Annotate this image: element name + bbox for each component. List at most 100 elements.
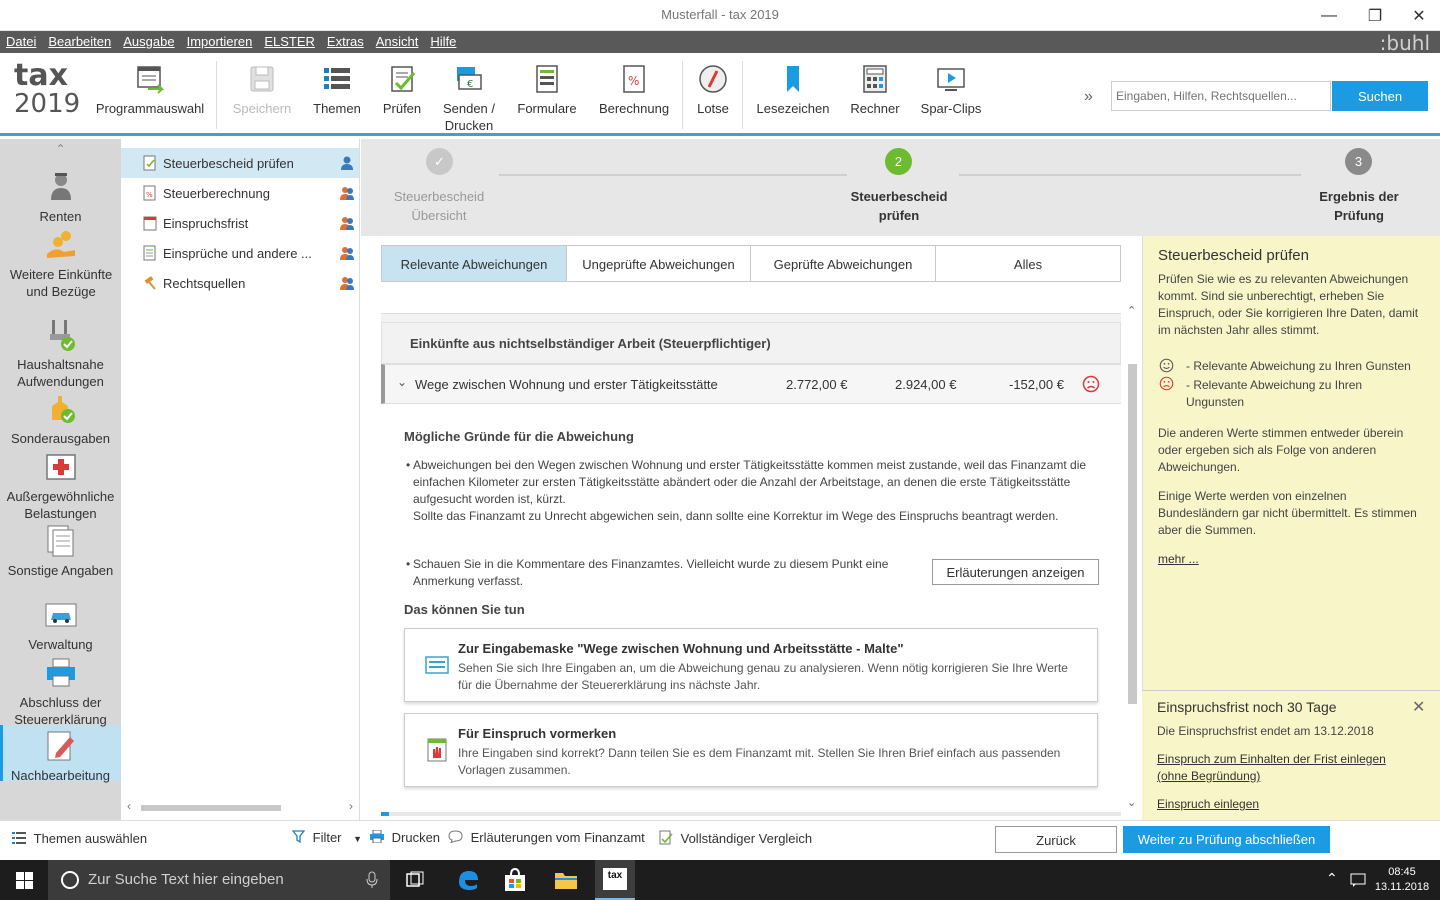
- menu-elster[interactable]: ELSTER: [258, 31, 321, 49]
- step-1-line2: Übersicht: [411, 208, 467, 223]
- menu-hilfe[interactable]: Hilfe: [424, 31, 462, 49]
- subnav-item-steuerberechnung[interactable]: % Steuerberechnung: [121, 178, 359, 208]
- nav-item-renten[interactable]: Renten: [0, 170, 121, 225]
- calendar-icon: [143, 216, 157, 231]
- maximize-button[interactable]: ❐: [1352, 0, 1398, 31]
- store-icon[interactable]: [504, 868, 526, 892]
- step-2-circle: 2: [885, 148, 912, 175]
- themen-auswaehlen-label: Themen auswählen: [33, 831, 148, 846]
- lotse-button[interactable]: Lotse: [690, 53, 736, 133]
- nav-label: Nachbearbeitung: [10, 768, 111, 783]
- nav-label: Weitere Einkünfte und Bezüge: [9, 267, 113, 299]
- erlaeuterungen-button[interactable]: Erläuterungen vom Finanzamt: [448, 830, 645, 845]
- subnav-item-steuerbescheid-pruefen[interactable]: Steuerbescheid prüfen: [121, 148, 359, 178]
- windows-start-icon[interactable]: [16, 872, 33, 889]
- send-print-icon: €: [457, 67, 482, 90]
- task-view-icon[interactable]: [404, 871, 424, 889]
- close-icon[interactable]: ✕: [1412, 697, 1425, 717]
- menu-datei[interactable]: Datei: [0, 31, 42, 49]
- scroll-down-icon[interactable]: ⌄: [1127, 796, 1136, 809]
- file-explorer-icon[interactable]: [554, 869, 578, 891]
- chevron-down-icon[interactable]: ⌄: [397, 375, 407, 389]
- subnav-item-einspruchsfrist[interactable]: Einspruchsfrist: [121, 208, 359, 238]
- subnav-hscrollbar[interactable]: ‹ ›: [125, 799, 357, 815]
- nav-label: Sonderausgaben: [10, 431, 111, 446]
- minimize-button[interactable]: —: [1306, 0, 1352, 31]
- nav-item-haushaltsnahe[interactable]: Haushaltsnahe Aufwendungen: [0, 318, 121, 390]
- subnav-item-rechtsquellen[interactable]: Rechtsquellen: [121, 268, 359, 298]
- tab-gepruefte-abweichungen[interactable]: Geprüfte Abweichungen: [751, 246, 936, 281]
- scroll-thumb[interactable]: [141, 805, 281, 811]
- clock-date: 13.11.2018: [1374, 881, 1430, 893]
- tab-relevante-abweichungen[interactable]: Relevante Abweichungen: [382, 246, 567, 281]
- help-more-link[interactable]: mehr ...: [1158, 551, 1199, 568]
- happy-face-icon: [1159, 358, 1174, 373]
- action-card-title: Für Einspruch vormerken: [458, 726, 617, 741]
- deadline-objection-link[interactable]: Einspruch zum Einhalten der Frist einleg…: [1157, 751, 1417, 785]
- church-check-icon: [51, 396, 75, 423]
- drucken-button[interactable]: Drucken: [370, 829, 440, 845]
- nav-item-aussergewoehnliche[interactable]: Außergewöhnliche Belastungen: [0, 450, 121, 522]
- continue-button[interactable]: Weiter zu Prüfung abschließen: [1123, 826, 1330, 853]
- tray-chevron-icon[interactable]: ⌃: [1326, 870, 1338, 887]
- scroll-right-icon[interactable]: ›: [349, 799, 353, 813]
- speichern-button[interactable]: Speichern: [226, 53, 298, 133]
- document-check-icon: [143, 155, 156, 171]
- menu-bearbeiten[interactable]: Bearbeiten: [42, 31, 117, 49]
- objection-link[interactable]: Einspruch einlegen: [1157, 796, 1259, 813]
- content-scrollbar[interactable]: ⌃ ⌄: [1124, 302, 1141, 814]
- menu-importieren[interactable]: Importieren: [181, 31, 259, 49]
- svg-text:%: %: [628, 74, 639, 88]
- notification-icon[interactable]: [1350, 873, 1366, 887]
- action-card-eingabemaske[interactable]: Zur Eingabemaske "Wege zwischen Wohnung …: [404, 628, 1098, 702]
- rechner-label: Rechner: [850, 101, 900, 116]
- nav-scroll-up[interactable]: ⌃: [0, 139, 121, 161]
- pruefen-button[interactable]: Prüfen: [376, 53, 428, 133]
- nav-item-nachbearbeitung[interactable]: Nachbearbeitung: [0, 729, 121, 784]
- taskbar-tax-app[interactable]: tax: [595, 860, 635, 900]
- scroll-thumb[interactable]: [1128, 364, 1137, 704]
- tab-ungepruefte-abweichungen[interactable]: Ungeprüfte Abweichungen: [567, 246, 751, 281]
- lesezeichen-button[interactable]: Lesezeichen: [752, 53, 834, 133]
- close-button[interactable]: ✕: [1396, 0, 1440, 31]
- search-button[interactable]: Suchen: [1332, 81, 1428, 111]
- menu-ansicht[interactable]: Ansicht: [370, 31, 425, 49]
- rechner-button[interactable]: Rechner: [844, 53, 906, 133]
- nav-item-sonderausgaben[interactable]: Sonderausgaben: [0, 392, 121, 447]
- step-1-label[interactable]: Steuerbescheid Übersicht: [369, 187, 509, 225]
- menu-extras[interactable]: Extras: [321, 31, 370, 49]
- step-3-label: Ergebnis der Prüfung: [1289, 187, 1429, 225]
- action-card-einspruch[interactable]: Für Einspruch vormerken Ihre Eingaben si…: [404, 713, 1098, 787]
- nav-label: Renten: [39, 209, 82, 224]
- taskbar-search[interactable]: Zur Suche Text hier eingeben: [48, 860, 390, 900]
- deviation-row[interactable]: ⌄ Wege zwischen Wohnung und erster Tätig…: [381, 364, 1121, 404]
- dropdown-arrow-icon: ▼: [353, 834, 363, 844]
- themen-button[interactable]: Themen: [306, 53, 368, 133]
- nav-item-verwaltung[interactable]: Verwaltung: [0, 598, 121, 653]
- nav-item-abschluss[interactable]: Abschluss der Steuererklärung: [0, 656, 121, 728]
- spar-clips-button[interactable]: Spar-Clips: [914, 53, 988, 133]
- nav-item-sonstige[interactable]: Sonstige Angaben: [0, 524, 121, 579]
- microphone-icon[interactable]: [366, 871, 378, 889]
- filter-button[interactable]: Filter ▼: [291, 830, 363, 845]
- programmauswahl-button[interactable]: Programmauswahl: [92, 53, 208, 133]
- edge-browser-icon[interactable]: [456, 868, 480, 892]
- menu-ausgabe[interactable]: Ausgabe: [117, 31, 180, 49]
- clock[interactable]: 08:45 13.11.2018: [1372, 865, 1432, 895]
- scroll-left-icon[interactable]: ‹: [127, 799, 131, 813]
- search-input[interactable]: [1111, 81, 1331, 111]
- vollstaendiger-vergleich-button[interactable]: Vollständiger Vergleich: [659, 830, 812, 846]
- show-explanations-button[interactable]: Erläuterungen anzeigen: [932, 559, 1099, 585]
- back-button[interactable]: Zurück: [995, 826, 1117, 853]
- formulare-button[interactable]: Formulare: [510, 53, 584, 133]
- tab-alles[interactable]: Alles: [936, 246, 1120, 281]
- themen-auswaehlen-button[interactable]: Themen auswählen: [12, 831, 147, 846]
- subnav-item-einsprueche[interactable]: Einsprüche und andere ...: [121, 238, 359, 268]
- toolbar-more-button[interactable]: »: [1084, 88, 1093, 106]
- scroll-up-icon[interactable]: ⌃: [1127, 304, 1136, 317]
- spar-clips-label: Spar-Clips: [920, 101, 982, 116]
- senden-drucken-button[interactable]: € Senden / Drucken: [436, 53, 502, 133]
- subnav-label: Einspruchsfrist: [163, 216, 249, 231]
- berechnung-button[interactable]: % Berechnung: [592, 53, 676, 133]
- nav-item-weitere-einkuenfte[interactable]: Weitere Einkünfte und Bezüge: [6, 228, 116, 300]
